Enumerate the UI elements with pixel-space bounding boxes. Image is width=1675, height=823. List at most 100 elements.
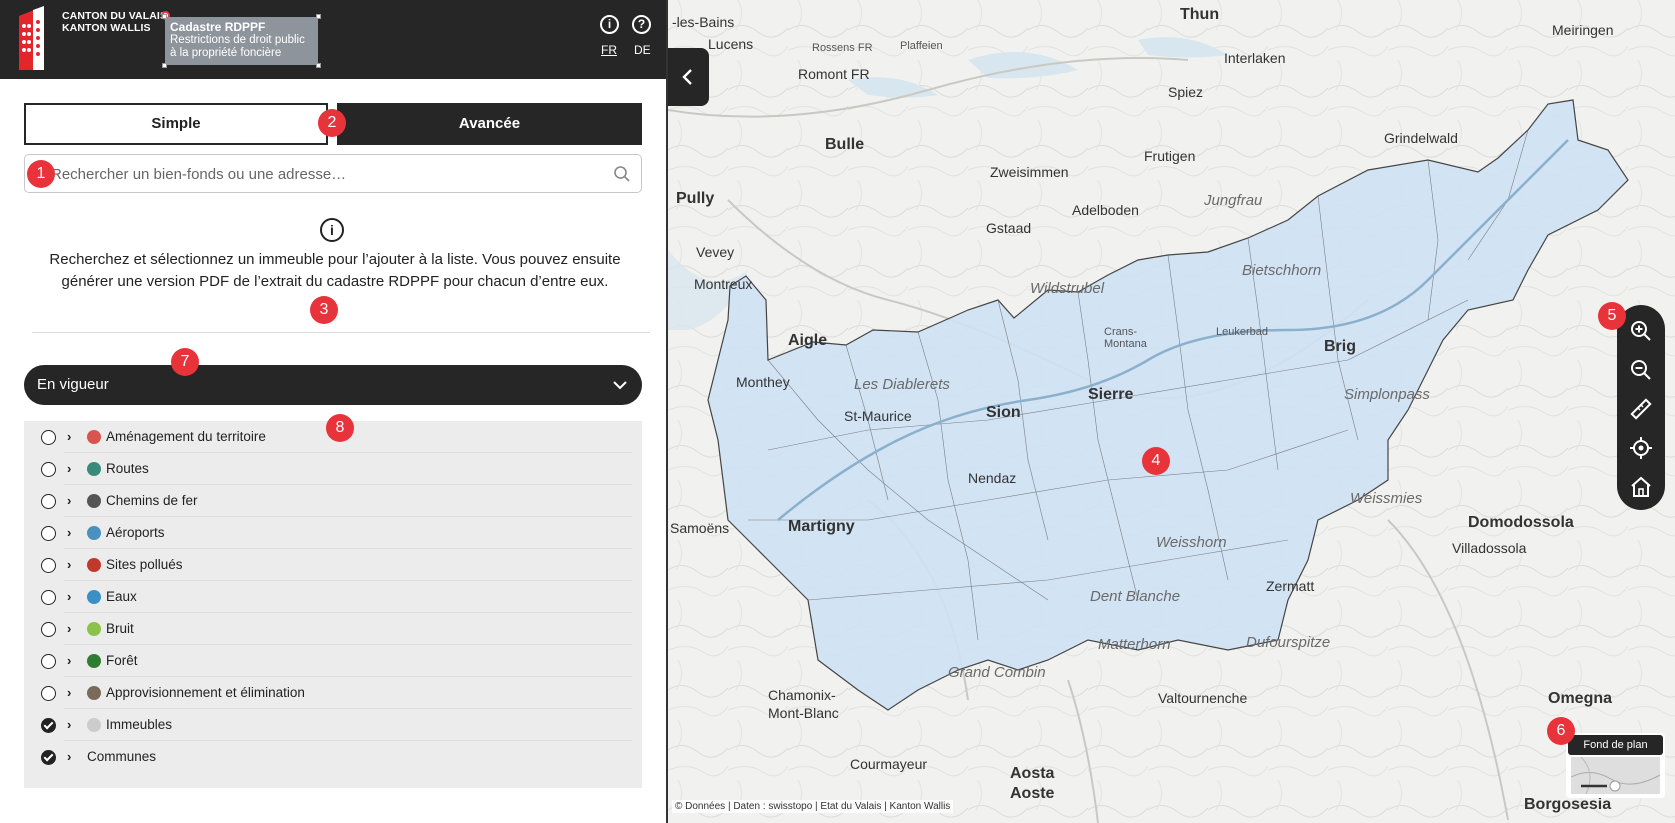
expand-chevron-icon[interactable]: › xyxy=(67,525,77,540)
layer-name: Forêt xyxy=(106,653,138,668)
layer-toggle-checkbox[interactable] xyxy=(41,622,56,637)
map-label: Matterhorn xyxy=(1098,636,1171,653)
layer-row[interactable]: › Aéroports xyxy=(24,517,642,549)
tab-advanced[interactable]: Avancée xyxy=(337,103,642,145)
layer-row[interactable]: › Routes xyxy=(24,453,642,485)
layer-name: Sites pollués xyxy=(106,557,183,572)
layer-row[interactable]: › Approvisionnement et élimination xyxy=(24,677,642,709)
layer-name: Routes xyxy=(106,461,149,476)
map-label: Romont FR xyxy=(798,66,870,82)
layer-toggle-checkbox[interactable] xyxy=(41,462,56,477)
search-box xyxy=(24,154,642,193)
expand-chevron-icon[interactable]: › xyxy=(67,717,77,732)
map-label: Borgosesia xyxy=(1524,796,1612,813)
map-toolbar xyxy=(1617,305,1665,510)
info-icon[interactable]: i xyxy=(600,15,619,34)
status-dropdown[interactable]: En vigueur xyxy=(24,365,642,405)
search-input[interactable] xyxy=(51,163,591,185)
canton-logo xyxy=(19,6,44,70)
layer-name: Aménagement du territoire xyxy=(106,429,266,444)
zoom-out-icon[interactable] xyxy=(1629,358,1653,382)
expand-chevron-icon[interactable]: › xyxy=(67,429,77,444)
expand-chevron-icon[interactable]: › xyxy=(67,589,77,604)
map-label: Weisshorn xyxy=(1156,534,1227,551)
locate-icon[interactable] xyxy=(1629,436,1653,460)
layer-theme-icon xyxy=(87,430,101,444)
expand-chevron-icon[interactable]: › xyxy=(67,653,77,668)
layer-name: Chemins de fer xyxy=(106,493,198,508)
help-icon[interactable]: ? xyxy=(632,15,651,34)
expand-chevron-icon[interactable]: › xyxy=(67,685,77,700)
layer-theme-icon xyxy=(87,686,101,700)
layer-toggle-checkbox[interactable] xyxy=(41,654,56,669)
layer-row[interactable]: › Sites pollués xyxy=(24,549,642,581)
canton-line1: CANTON DU VALAIS xyxy=(62,10,168,22)
zoom-in-icon[interactable] xyxy=(1629,319,1653,343)
lang-de-link[interactable]: DE xyxy=(634,43,651,57)
layer-theme-icon xyxy=(87,494,101,508)
map-label: Vevey xyxy=(696,244,735,260)
map-label: Frutigen xyxy=(1144,148,1196,164)
layer-theme-icon xyxy=(87,654,101,668)
lang-fr-link[interactable]: FR xyxy=(601,43,617,57)
layer-row[interactable]: › Eaux xyxy=(24,581,642,613)
chevron-left-icon xyxy=(682,69,692,85)
selection-handle xyxy=(316,14,321,19)
layer-row[interactable]: › Chemins de fer xyxy=(24,485,642,517)
ruler-icon[interactable] xyxy=(1629,397,1653,421)
annotation-badge: 3 xyxy=(310,296,338,324)
expand-chevron-icon[interactable]: › xyxy=(67,749,77,764)
annotation-badge: 1 xyxy=(27,160,55,188)
expand-chevron-icon[interactable]: › xyxy=(67,621,77,636)
map-label: Montreux xyxy=(694,276,753,292)
map-label: Thun xyxy=(1180,6,1220,23)
layer-toggle-checkbox[interactable] xyxy=(41,558,56,573)
home-icon[interactable] xyxy=(1629,475,1653,499)
map-label: Leukerbad xyxy=(1216,326,1268,338)
layer-row[interactable]: › Communes xyxy=(24,741,642,773)
expand-chevron-icon[interactable]: › xyxy=(67,461,77,476)
layer-name: Approvisionnement et élimination xyxy=(106,685,305,700)
map-label: Grindelwald xyxy=(1384,130,1458,146)
map-label: Gstaad xyxy=(986,220,1032,236)
map-label: Interlaken xyxy=(1224,50,1286,66)
map-label: Weissmies xyxy=(1350,490,1423,507)
layer-row[interactable]: › Forêt xyxy=(24,645,642,677)
layer-theme-icon xyxy=(87,526,101,540)
layer-toggle-checkbox[interactable] xyxy=(41,686,56,701)
layer-row[interactable]: › Immeubles xyxy=(24,709,642,741)
layer-toggle-checkbox[interactable] xyxy=(41,718,56,733)
basemap-thumbnail[interactable] xyxy=(1571,757,1660,794)
chevron-down-icon xyxy=(613,381,627,390)
layer-toggle-checkbox[interactable] xyxy=(41,750,56,765)
tab-simple[interactable]: Simple xyxy=(24,103,328,145)
info-circle-icon: i xyxy=(320,218,344,242)
map-attribution: © Données | Daten : swisstopo | Etat du … xyxy=(672,800,954,813)
annotation-badge: 6 xyxy=(1547,717,1575,745)
app-title-box[interactable]: Cadastre RDPPF Restrictions de droit pub… xyxy=(162,14,321,68)
layer-row[interactable]: › Bruit xyxy=(24,613,642,645)
map-view[interactable]: -les-Bains Lucens Rossens FR Romont FR P… xyxy=(668,0,1675,823)
expand-chevron-icon[interactable]: › xyxy=(67,557,77,572)
map-label: Simplonpass xyxy=(1344,386,1430,403)
layer-theme-icon xyxy=(87,718,101,732)
search-icon[interactable] xyxy=(613,165,631,183)
map-label: Villadossola xyxy=(1452,540,1527,556)
layer-name: Communes xyxy=(87,749,157,764)
map-label: Spiez xyxy=(1168,84,1204,100)
layer-list: › Aménagement du territoire › Routes › Chemin… xyxy=(24,421,642,788)
expand-chevron-icon[interactable]: › xyxy=(67,493,77,508)
map-label: Omegna xyxy=(1548,690,1613,707)
layer-toggle-checkbox[interactable] xyxy=(41,430,56,445)
layer-theme-icon xyxy=(87,462,101,476)
map-label: Wildstrubel xyxy=(1030,280,1105,297)
map-label: Domodossola xyxy=(1468,514,1574,531)
layer-toggle-checkbox[interactable] xyxy=(41,494,56,509)
map-label: Zweisimmen xyxy=(990,164,1069,180)
layer-theme-icon xyxy=(87,590,101,604)
layer-toggle-checkbox[interactable] xyxy=(41,590,56,605)
collapse-panel-button[interactable] xyxy=(668,48,709,106)
layer-toggle-checkbox[interactable] xyxy=(41,526,56,541)
info-text: Recherchez et sélectionnez un immeuble p… xyxy=(49,251,621,290)
basemap-label: Fond de plan xyxy=(1568,735,1663,755)
